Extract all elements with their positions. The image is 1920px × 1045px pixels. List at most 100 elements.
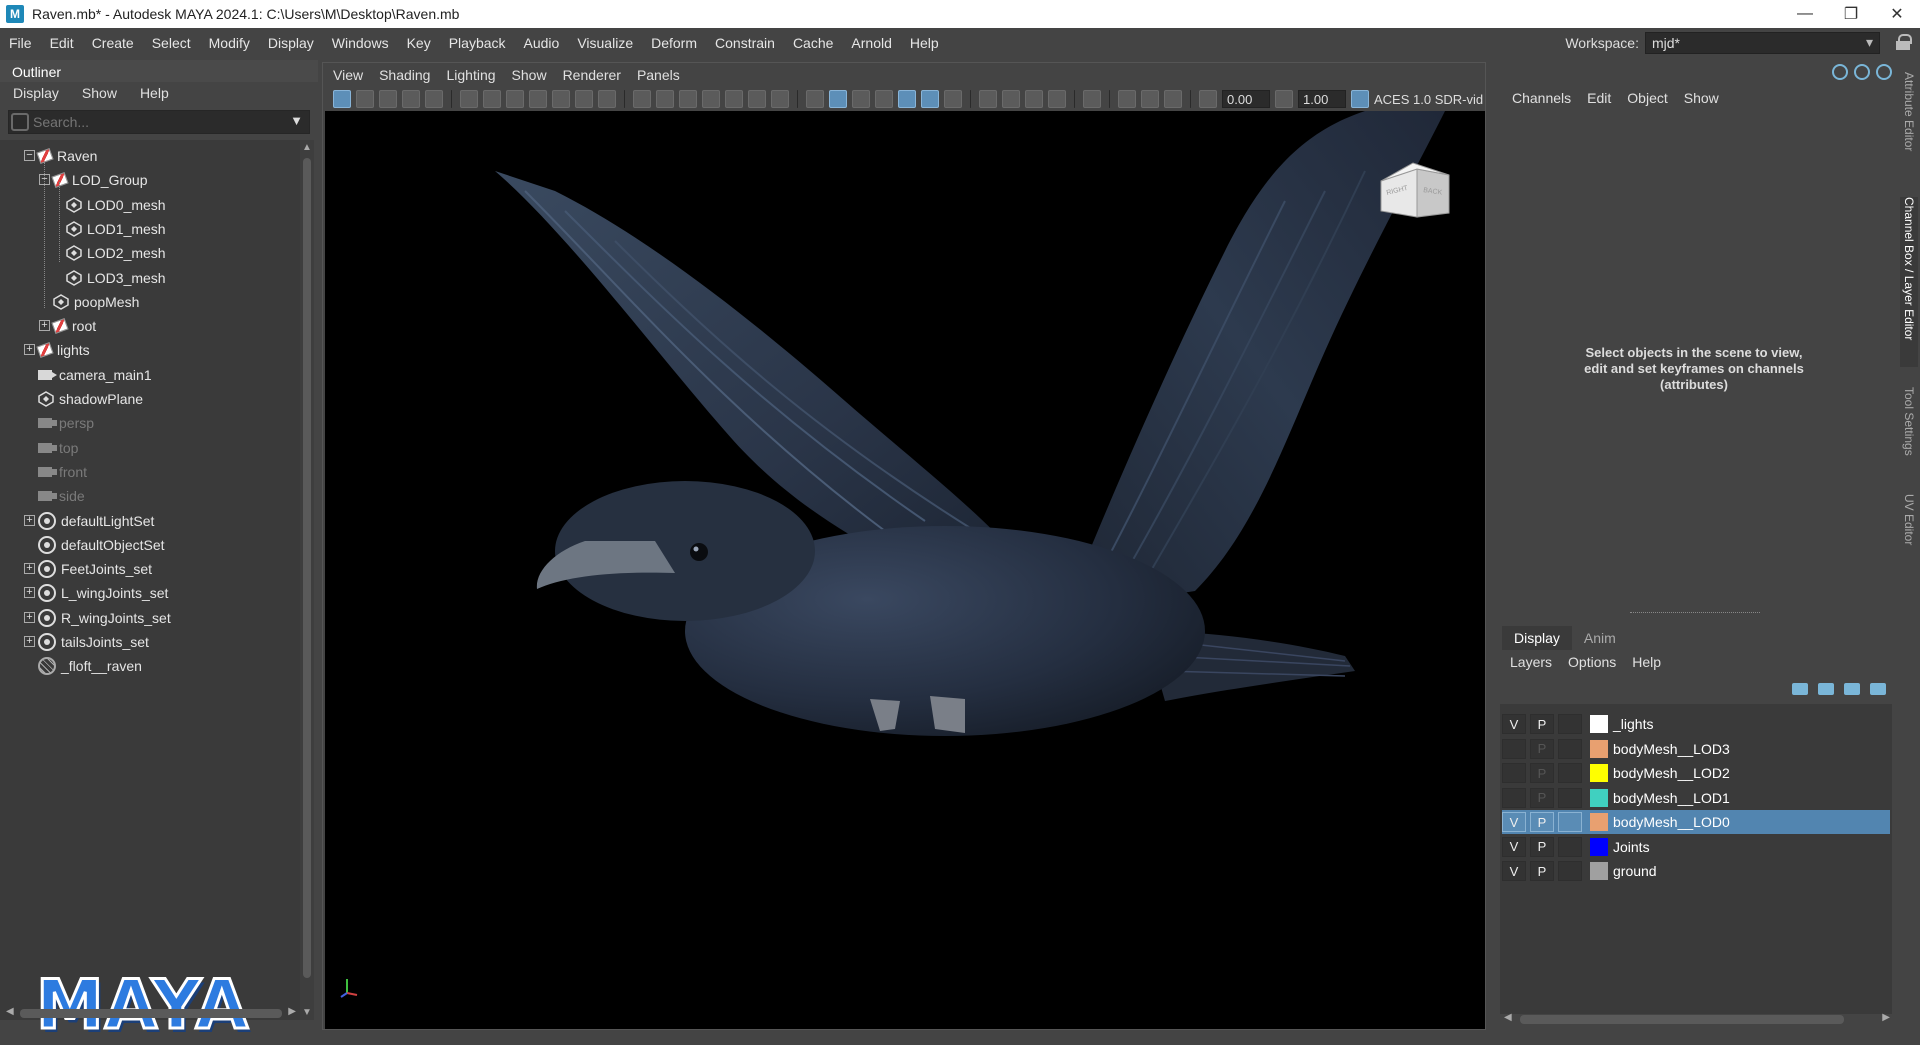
outliner-item[interactable]: top <box>38 436 78 460</box>
menu-windows[interactable]: Windows <box>323 35 398 51</box>
film-gate-toggle-icon[interactable] <box>656 90 674 108</box>
outliner-item[interactable]: LOD3_mesh <box>66 266 166 290</box>
menu-deform[interactable]: Deform <box>642 35 706 51</box>
scrollbar-thumb[interactable] <box>20 1009 282 1018</box>
film-gate-icon[interactable] <box>460 90 478 108</box>
gamma-field[interactable]: 1.00 <box>1298 90 1346 108</box>
expand-icon[interactable]: + <box>24 344 35 356</box>
layer-menu-layers[interactable]: Layers <box>1502 654 1560 670</box>
layer-color-swatch[interactable] <box>1590 715 1608 733</box>
scroll-left-arrow-icon[interactable]: ◀ <box>1504 1012 1512 1023</box>
xray-icon[interactable] <box>552 90 570 108</box>
outliner-item[interactable]: Raven <box>36 144 97 168</box>
minimize-button[interactable]: — <box>1782 0 1828 28</box>
lock-camera-icon[interactable] <box>483 90 501 108</box>
menu-arnold[interactable]: Arnold <box>842 35 900 51</box>
expand-icon[interactable]: + <box>24 636 35 647</box>
scroll-down-arrow-icon[interactable]: ▼ <box>302 1007 312 1018</box>
outliner-menu-help[interactable]: Help <box>127 85 179 101</box>
gate-mask-icon[interactable] <box>702 90 720 108</box>
viewport-menu-show[interactable]: Show <box>504 67 555 83</box>
tab-tool-settings[interactable]: Tool Settings <box>1900 387 1918 477</box>
outliner-item[interactable]: defaultLightSet <box>38 509 154 533</box>
outliner-item[interactable]: LOD2_mesh <box>66 241 166 265</box>
smooth-shade-icon[interactable] <box>829 90 847 108</box>
view-transform-label[interactable]: ACES 1.0 SDR-vid <box>1374 92 1483 107</box>
new-layer-selected-icon[interactable] <box>1870 683 1886 695</box>
tab-channel-box-layer-editor[interactable]: Channel Box / Layer Editor <box>1900 197 1918 367</box>
menu-audio[interactable]: Audio <box>515 35 569 51</box>
layer-horizontal-scrollbar[interactable]: ◀ ▶ <box>1504 1012 1890 1026</box>
joint-xray-icon[interactable] <box>575 90 593 108</box>
scroll-up-arrow-icon[interactable]: ▲ <box>302 142 312 153</box>
outliner-menu-display[interactable]: Display <box>0 85 69 101</box>
bookmark-icon[interactable] <box>529 90 547 108</box>
field-chart-icon[interactable] <box>725 90 743 108</box>
exposure-field[interactable]: 0.00 <box>1222 90 1270 108</box>
layer-color-swatch[interactable] <box>1590 813 1608 831</box>
outliner-item[interactable]: root <box>51 314 96 338</box>
outliner-item[interactable]: LOD_Group <box>51 168 147 192</box>
move-layer-up-icon[interactable] <box>1792 683 1808 695</box>
layer-row[interactable]: V PbodyMesh__LOD0 <box>1502 810 1890 834</box>
camera-attributes-icon[interactable] <box>356 90 374 108</box>
menu-cache[interactable]: Cache <box>784 35 842 51</box>
viewport-menu-view[interactable]: View <box>323 67 371 83</box>
speed-icon[interactable] <box>1854 64 1870 80</box>
motion-blur-icon[interactable] <box>1002 90 1020 108</box>
layer-color-swatch[interactable] <box>1590 862 1608 880</box>
layer-visibility-toggle[interactable]: V <box>1502 861 1526 881</box>
layer-color-swatch[interactable] <box>1590 764 1608 782</box>
layer-playback-toggle[interactable]: P <box>1530 714 1554 734</box>
layer-display-type-toggle[interactable] <box>1558 714 1582 734</box>
layer-row[interactable]: V P Joints <box>1502 835 1890 859</box>
layer-visibility-toggle[interactable] <box>1502 738 1526 759</box>
outliner-vertical-scrollbar[interactable]: ▲ ▼ <box>300 140 314 1020</box>
viewport-menu-renderer[interactable]: Renderer <box>555 67 629 83</box>
channel-menu-edit[interactable]: Edit <box>1579 90 1619 106</box>
outliner-item[interactable]: shadowPlane <box>38 387 143 411</box>
outliner-item[interactable]: camera_main1 <box>38 363 152 387</box>
filter-icon[interactable] <box>11 113 29 131</box>
outliner-item[interactable]: side <box>38 484 85 508</box>
outliner-item[interactable]: LOD0_mesh <box>66 193 166 217</box>
textured-icon[interactable] <box>898 90 916 108</box>
safe-action-icon[interactable] <box>748 90 766 108</box>
expand-icon[interactable]: + <box>24 611 35 623</box>
tab-display[interactable]: Display <box>1502 626 1572 650</box>
manipulator-icon[interactable] <box>1832 64 1848 80</box>
layer-display-type-toggle[interactable] <box>1558 787 1582 808</box>
menu-display[interactable]: Display <box>259 35 323 51</box>
scrollbar-thumb[interactable] <box>303 158 311 978</box>
layer-visibility-toggle[interactable] <box>1502 787 1526 808</box>
outliner-item[interactable]: L_wingJoints_set <box>38 581 168 605</box>
layer-row[interactable]: PbodyMesh__LOD2 <box>1502 761 1890 785</box>
isolate-select-icon[interactable] <box>1083 90 1101 108</box>
layer-menu-options[interactable]: Options <box>1560 654 1624 670</box>
outliner-item[interactable]: LOD1_mesh <box>66 217 166 241</box>
menu-help[interactable]: Help <box>901 35 948 51</box>
channel-menu-object[interactable]: Object <box>1619 90 1675 106</box>
tab-uv-editor[interactable]: UV Editor <box>1900 494 1918 564</box>
layer-display-type-toggle[interactable] <box>1558 738 1582 759</box>
3d-scene-viewport[interactable]: RIGHT BACK <box>325 111 1485 1029</box>
multisample-aa-icon[interactable] <box>1025 90 1043 108</box>
pencil-icon[interactable] <box>598 90 616 108</box>
outliner-search-input[interactable] <box>33 114 273 130</box>
layer-playback-toggle[interactable]: P <box>1530 836 1554 857</box>
layer-color-swatch[interactable] <box>1590 837 1608 856</box>
layer-visibility-toggle[interactable]: V <box>1502 714 1526 734</box>
outliner-item[interactable]: defaultObjectSet <box>38 533 165 557</box>
scrollbar-thumb[interactable] <box>1520 1015 1844 1024</box>
expand-icon[interactable]: + <box>24 563 35 575</box>
layer-visibility-toggle[interactable] <box>1502 763 1526 783</box>
workspace-dropdown[interactable]: mjd* <box>1645 32 1880 54</box>
safe-title-icon[interactable] <box>771 90 789 108</box>
xray-mode-icon[interactable] <box>1118 90 1136 108</box>
outliner-item[interactable]: FeetJoints_set <box>38 557 152 581</box>
xray-joints-icon[interactable] <box>1164 90 1182 108</box>
layer-row[interactable]: PbodyMesh__LOD1 <box>1502 786 1890 810</box>
channel-menu-channels[interactable]: Channels <box>1504 90 1579 106</box>
channel-menu-show[interactable]: Show <box>1676 90 1727 106</box>
menu-modify[interactable]: Modify <box>200 35 259 51</box>
